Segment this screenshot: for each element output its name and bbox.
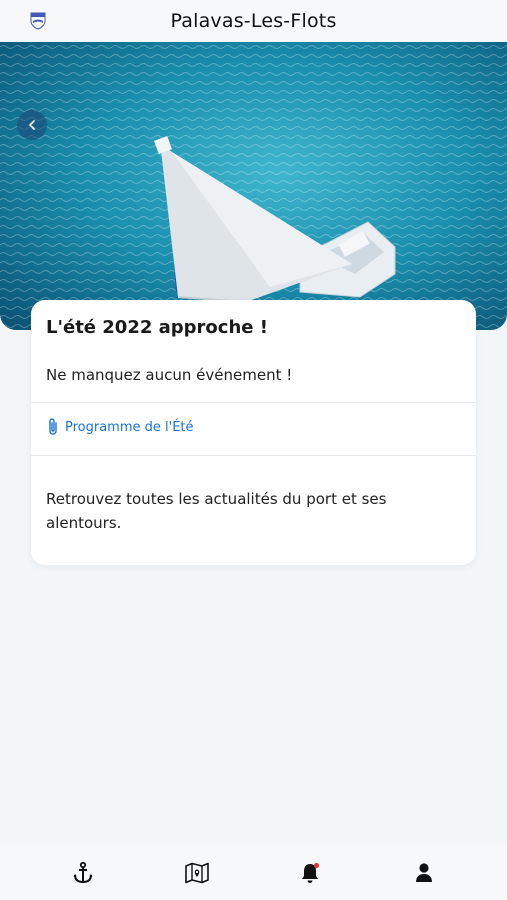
- anchor-icon: [73, 861, 93, 883]
- bell-icon: [302, 862, 320, 883]
- attachment-label: Programme de l'Été: [65, 419, 194, 435]
- map-icon: [184, 862, 209, 883]
- tab-notifications[interactable]: [292, 855, 328, 891]
- back-button[interactable]: [17, 110, 47, 140]
- user-icon: [416, 862, 433, 882]
- hero-image: [0, 42, 507, 330]
- bottom-tab-bar: [0, 845, 507, 900]
- sailboat-photo: [0, 42, 507, 330]
- tab-port[interactable]: [65, 855, 101, 891]
- notification-badge: [314, 862, 320, 868]
- app-header: Palavas-Les-Flots: [0, 0, 507, 42]
- tab-profile[interactable]: [406, 855, 442, 891]
- divider: [31, 455, 476, 456]
- article-card: L'été 2022 approche ! Ne manquez aucun é…: [31, 300, 476, 565]
- article-subtitle: Ne manquez aucun événement !: [46, 366, 293, 384]
- paperclip-icon: [49, 418, 57, 435]
- back-arrow-icon: [28, 120, 35, 130]
- article-body: Retrouvez toutes les actualités du port …: [46, 490, 387, 532]
- town-crest-icon: [30, 12, 46, 30]
- article-title: L'été 2022 approche !: [46, 317, 268, 338]
- tab-map[interactable]: [179, 855, 215, 891]
- page-title: Palavas-Les-Flots: [170, 10, 337, 32]
- attachment-link[interactable]: Programme de l'Été: [47, 417, 194, 437]
- divider: [31, 402, 476, 403]
